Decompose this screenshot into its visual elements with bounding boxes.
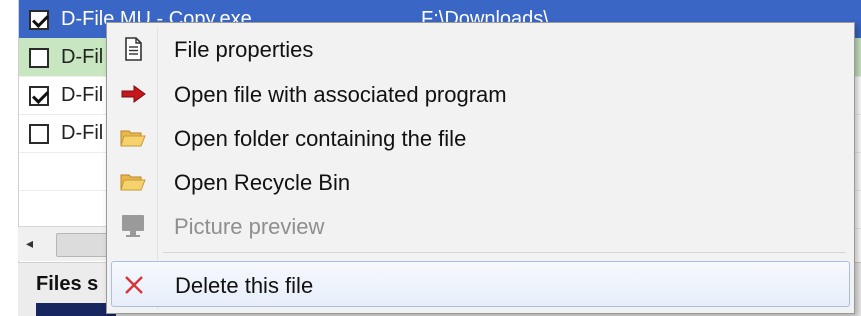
- red-arrow-icon: [119, 81, 147, 107]
- menu-item-label: Picture preview: [174, 214, 325, 239]
- document-icon: [119, 36, 147, 62]
- row-checkbox[interactable]: [29, 124, 49, 144]
- row-checkbox[interactable]: [29, 86, 49, 106]
- menu-item-label: Open Recycle Bin: [174, 170, 351, 195]
- file-name: D-Fil: [61, 122, 104, 144]
- context-menu: File properties Open file with associate…: [106, 22, 855, 314]
- menu-item-open-containing-folder[interactable]: Open folder containing the file: [111, 117, 850, 159]
- row-checkbox[interactable]: [29, 48, 49, 68]
- horizontal-scrollbar[interactable]: ◂: [18, 226, 118, 261]
- file-name: D-Fil: [61, 84, 104, 106]
- red-x-icon: [120, 272, 148, 298]
- menu-item-label: Open file with associated program: [174, 82, 507, 107]
- menu-item-open-recycle-bin[interactable]: Open Recycle Bin: [111, 161, 850, 203]
- scroll-left-icon[interactable]: ◂: [26, 235, 33, 252]
- menu-separator: [163, 252, 846, 253]
- folder-icon: [119, 169, 147, 195]
- files-status-label: Files s: [36, 273, 99, 295]
- menu-item-open-with-program[interactable]: Open file with associated program: [111, 73, 850, 115]
- monitor-icon: [119, 213, 147, 239]
- menu-item-picture-preview[interactable]: Picture preview: [111, 205, 850, 247]
- menu-item-file-properties[interactable]: File properties: [111, 28, 850, 70]
- folder-icon: [119, 125, 147, 151]
- menu-item-delete-file[interactable]: Delete this file: [111, 261, 850, 307]
- menu-item-label: Open folder containing the file: [174, 126, 467, 151]
- menu-item-label: File properties: [174, 37, 314, 62]
- menu-item-label: Delete this file: [175, 273, 314, 298]
- file-name: D-Fil: [61, 46, 104, 68]
- status-progress-bar: [36, 303, 116, 316]
- row-checkbox[interactable]: [29, 10, 49, 30]
